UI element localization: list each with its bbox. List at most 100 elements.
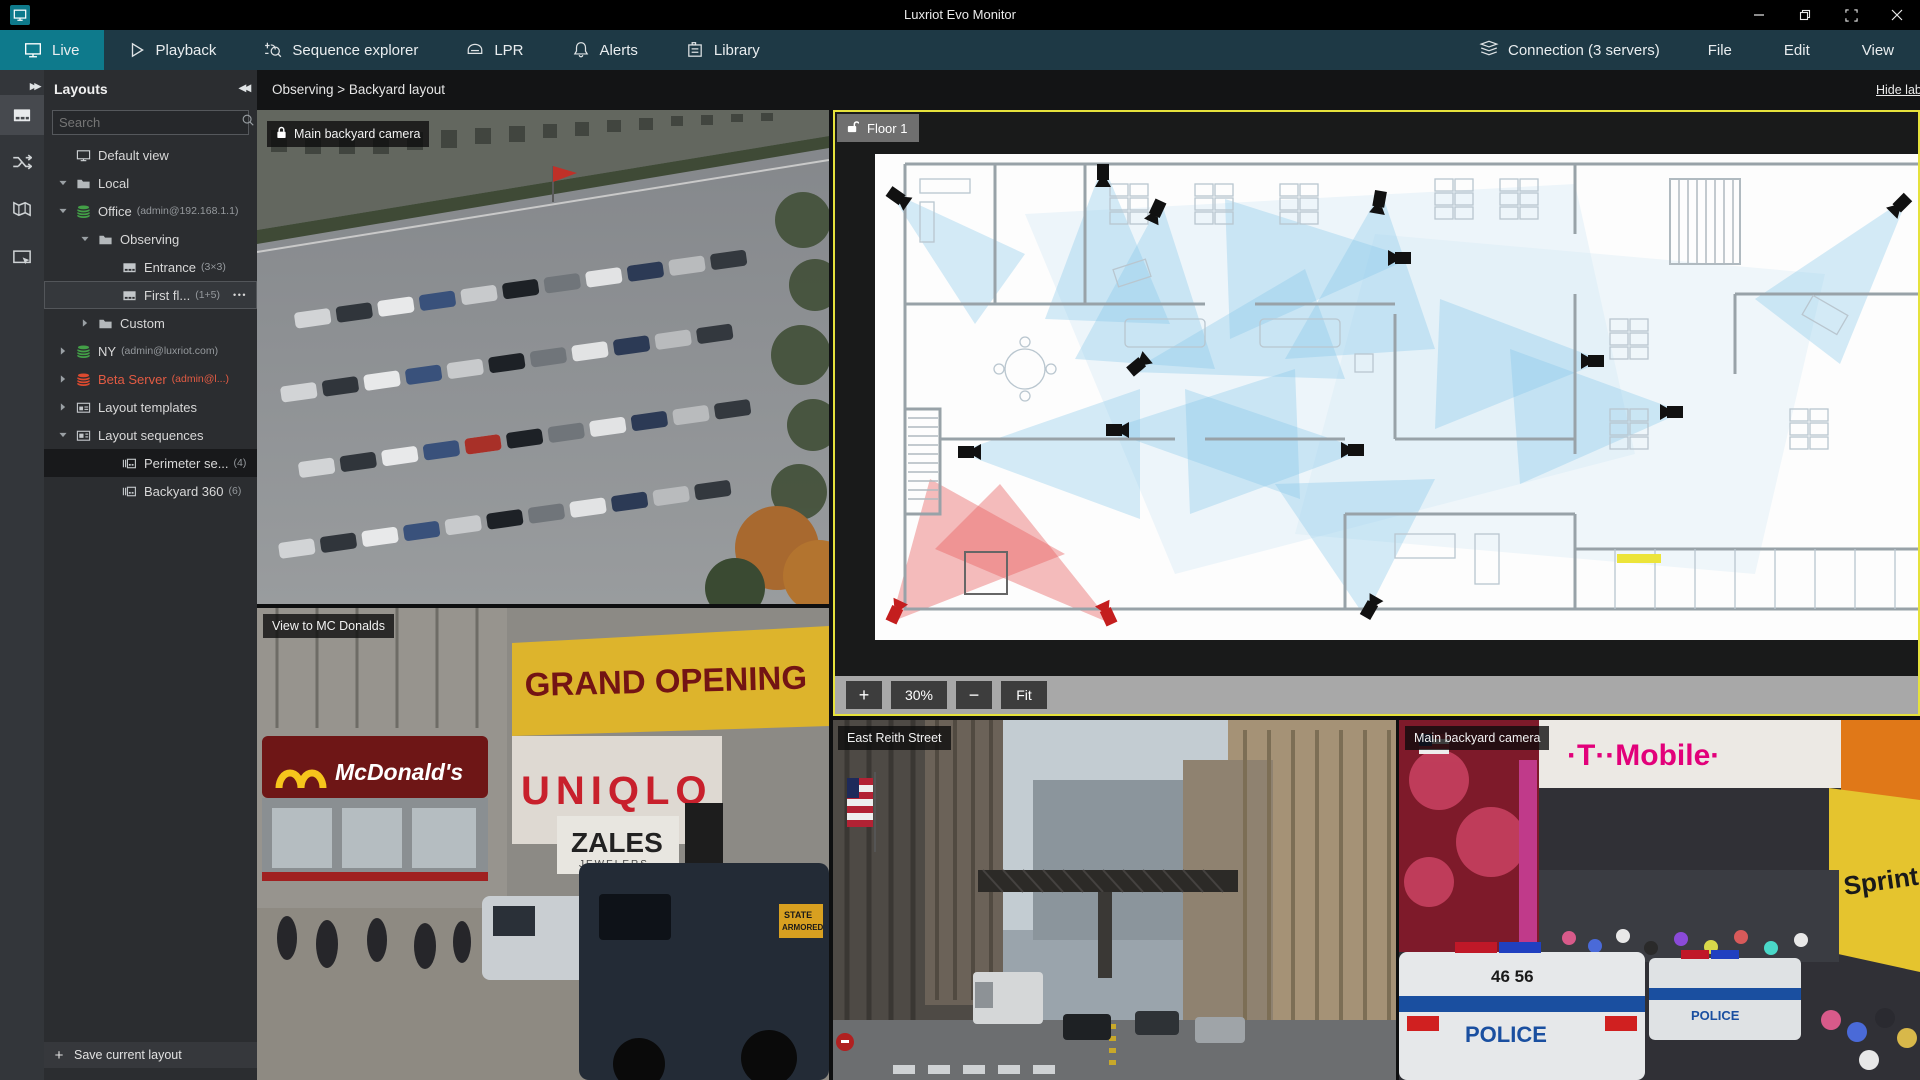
main-nav: Live Playback Sequence explorer LPR Aler… (0, 30, 1920, 70)
svg-text:UNIQLO: UNIQLO (521, 769, 713, 813)
breadcrumb: Observing > Backyard layout (272, 82, 445, 97)
camera-label: Main backyard camera (267, 121, 430, 147)
main-area: Observing > Backyard layout Hide labels (257, 70, 1920, 1080)
camera-tile-main-backyard-top[interactable]: Main backyard camera (257, 110, 829, 604)
map-zoom-out-button[interactable]: − (956, 681, 992, 709)
chevron-right-icon[interactable] (54, 402, 72, 412)
tree-item-backyard-360[interactable]: Backyard 360 (6) (44, 477, 257, 505)
tab-lpr-label: LPR (494, 41, 524, 59)
playback-icon (128, 41, 146, 59)
svg-text:GRAND OPENING: GRAND OPENING (524, 659, 807, 703)
tab-sequence-explorer[interactable]: Sequence explorer (240, 30, 442, 70)
camera-label: View to MC Donalds (263, 614, 395, 638)
chevron-right-icon[interactable] (54, 374, 72, 384)
tab-sequence-explorer-label: Sequence explorer (292, 41, 419, 59)
chevron-down-icon[interactable] (54, 430, 72, 440)
strip-maps-icon[interactable] (0, 189, 44, 229)
menu-file[interactable]: File (1682, 42, 1758, 59)
close-button[interactable] (1874, 0, 1920, 30)
map-tile-floor-1[interactable]: Floor 1 + 30% − Fit (833, 110, 1920, 716)
hide-labels-link[interactable]: Hide labels (1876, 83, 1920, 97)
tree-item-office-server[interactable]: Office (admin@192.168.1.1) (44, 197, 257, 225)
strip-sequences-icon[interactable] (0, 142, 44, 182)
layout-templates-icon (72, 400, 94, 415)
tab-playback-label: Playback (155, 41, 217, 59)
strip-remote-screen-icon[interactable] (0, 238, 44, 278)
panel-title: Layouts (54, 81, 108, 97)
tree-item-entrance[interactable]: Entrance (3×3) (44, 253, 257, 281)
server-icon-green (72, 344, 94, 359)
tree-item-ny-server[interactable]: NY (admin@luxriot.com) (44, 337, 257, 365)
chevron-right-icon[interactable] (54, 346, 72, 356)
camera-feed-image (257, 110, 829, 604)
restore-button[interactable] (1782, 0, 1828, 30)
search-input[interactable] (53, 115, 241, 130)
tab-library[interactable]: Library (662, 30, 784, 70)
camera-tile-main-backyard-bottom[interactable]: ·T··Mobile· Sprint POLICE 46 56 POLICE M… (1399, 720, 1920, 1080)
tab-alerts-label: Alerts (599, 41, 638, 59)
chevron-down-icon[interactable] (54, 178, 72, 188)
tree-item-default-view[interactable]: Default view (44, 141, 257, 169)
collapse-panel-icon[interactable]: ◂◂ (239, 79, 251, 96)
menu-view[interactable]: View (1836, 42, 1920, 59)
tab-playback[interactable]: Playback (104, 30, 241, 70)
server-icon-green (72, 204, 94, 219)
tab-live-label: Live (52, 41, 80, 59)
tab-lpr[interactable]: LPR (442, 30, 547, 70)
monitor-icon (72, 148, 94, 163)
camera-tile-mcdonalds[interactable]: GRAND OPENING UNIQLO McDonald's ZALES JE… (257, 608, 829, 1080)
layouts-panel: Layouts ◂◂ Default view Local Office (ad… (44, 70, 257, 1080)
sequence-item-icon (118, 484, 140, 499)
window-title: Luxriot Evo Monitor (904, 7, 1016, 22)
chevron-down-icon[interactable] (54, 206, 72, 216)
chevron-right-icon[interactable] (76, 318, 94, 328)
map-zoom-level[interactable]: 30% (891, 681, 947, 709)
tree-item-beta-server[interactable]: Beta Server (admin@l...) (44, 365, 257, 393)
sequence-item-icon (118, 456, 140, 471)
save-current-layout-button[interactable]: + Save current layout (44, 1042, 257, 1068)
tree-item-observing[interactable]: Observing (44, 225, 257, 253)
tool-strip: ▸▸ (0, 70, 44, 1080)
strip-layouts-icon[interactable] (0, 95, 44, 135)
folder-icon (72, 176, 94, 191)
tree-item-perimeter-sequence[interactable]: Perimeter se... (4) (44, 449, 257, 477)
minimize-button[interactable] (1736, 0, 1782, 30)
tree-item-layout-templates[interactable]: Layout templates (44, 393, 257, 421)
connection-menu[interactable]: Connection (3 servers) (1457, 39, 1682, 61)
camera-tile-east-reith[interactable]: East Reith Street (833, 720, 1396, 1080)
tree-item-custom[interactable]: Custom (44, 309, 257, 337)
connection-stack-icon (1479, 39, 1499, 61)
plus-icon: + (54, 1046, 64, 1064)
connection-label: Connection (3 servers) (1507, 41, 1660, 59)
menu-edit[interactable]: Edit (1758, 42, 1836, 59)
chevron-down-icon[interactable] (76, 234, 94, 244)
tree-item-layout-sequences[interactable]: Layout sequences (44, 421, 257, 449)
map-zoom-in-button[interactable]: + (846, 681, 882, 709)
lpr-icon (466, 41, 484, 59)
tree-item-local[interactable]: Local (44, 169, 257, 197)
tree-item-first-floor[interactable]: First fl... (1+5) ••• (44, 281, 257, 309)
map-fit-button[interactable]: Fit (1001, 681, 1047, 709)
svg-text:STATE: STATE (784, 910, 812, 920)
floor-plan-image (883, 162, 1918, 628)
camera-label: East Reith Street (838, 726, 951, 750)
floor-plan[interactable] (875, 154, 1918, 640)
fullscreen-button[interactable] (1828, 0, 1874, 30)
lock-icon (276, 126, 287, 142)
folder-icon (94, 232, 116, 247)
svg-text:·T··Mobile·: ·T··Mobile· (1567, 739, 1720, 772)
row-menu-icon[interactable]: ••• (233, 290, 247, 300)
sequence-explorer-icon (264, 41, 282, 59)
tab-library-label: Library (713, 41, 760, 59)
search-icon (241, 113, 255, 132)
camera-feed-image (833, 720, 1396, 1080)
layout-icon (118, 260, 140, 275)
layout-sequences-icon (72, 428, 94, 443)
svg-text:McDonald's: McDonald's (335, 759, 463, 785)
camera-label: Main backyard camera (1405, 726, 1550, 750)
live-icon (24, 41, 42, 59)
tab-live[interactable]: Live (0, 30, 104, 70)
tab-alerts[interactable]: Alerts (548, 30, 662, 70)
folder-icon (94, 316, 116, 331)
expand-panel-icon[interactable]: ▸▸ (30, 78, 41, 94)
